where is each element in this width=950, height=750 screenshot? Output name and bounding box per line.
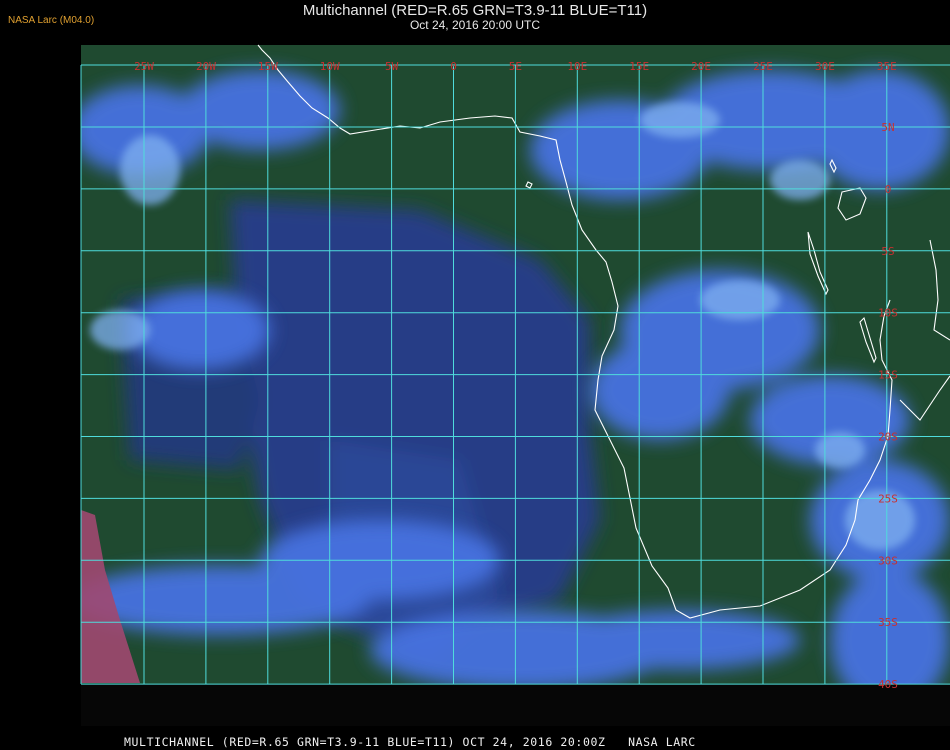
latitude-label: 5N bbox=[881, 121, 894, 134]
longitude-label: 25E bbox=[753, 60, 773, 73]
longitude-label: 30E bbox=[815, 60, 835, 73]
imagery-layer bbox=[81, 45, 950, 726]
latitude-label: 35S bbox=[878, 616, 898, 629]
longitude-label: 5E bbox=[509, 60, 522, 73]
latitude-label: 20S bbox=[878, 431, 898, 444]
longitude-label: 5W bbox=[385, 60, 399, 73]
latitude-label: 10S bbox=[878, 307, 898, 320]
latitude-label: 30S bbox=[878, 554, 898, 567]
longitude-label: 20E bbox=[691, 60, 711, 73]
longitude-label: 10E bbox=[567, 60, 587, 73]
longitude-label: 20W bbox=[196, 60, 216, 73]
footer-caption: MULTICHANNEL (RED=R.65 GRN=T3.9-11 BLUE=… bbox=[124, 735, 696, 749]
longitude-label: 15W bbox=[258, 60, 278, 73]
longitude-label: 0 bbox=[450, 60, 457, 73]
latitude-label: 40S bbox=[878, 678, 898, 691]
latitude-label: 5S bbox=[881, 245, 894, 258]
satellite-map: 25W 20W 15W 10W 5W 0 5E 10E 15E 20E 25E 30E 35E 5N 0 5… bbox=[80, 44, 950, 726]
longitude-label: 10W bbox=[320, 60, 340, 73]
latitude-label: 25S bbox=[878, 492, 898, 505]
longitude-label: 25W bbox=[134, 60, 154, 73]
longitude-label: 15E bbox=[629, 60, 649, 73]
latitude-label: 15S bbox=[878, 369, 898, 382]
latitude-label: 0 bbox=[885, 183, 892, 196]
longitude-label: 35E bbox=[877, 60, 897, 73]
